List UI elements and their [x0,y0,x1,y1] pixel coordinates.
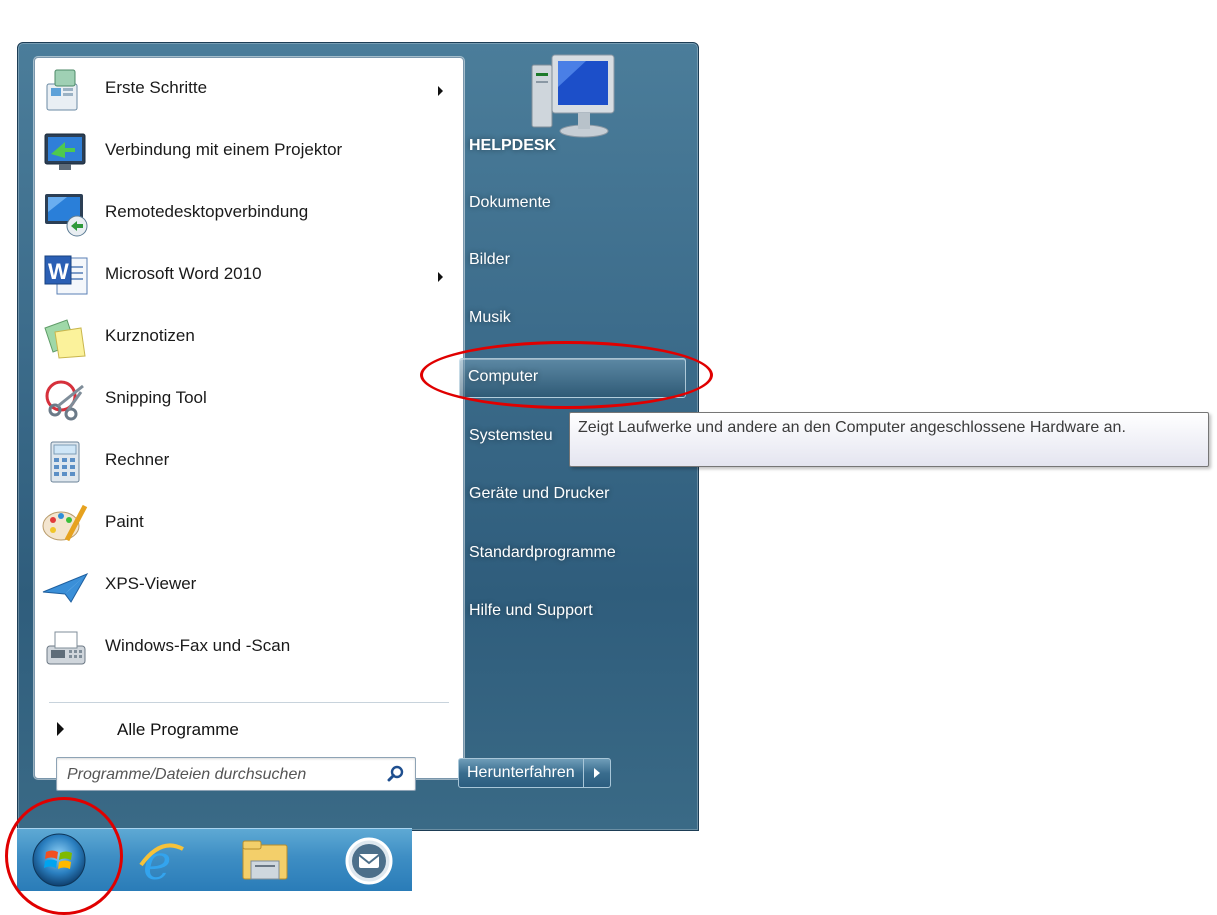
right-item-label: HELPDESK [469,137,557,154]
right-item-standardprogramme[interactable]: Standardprogramme [467,534,689,574]
search-input[interactable] [65,763,369,787]
program-item-remotedesktop[interactable]: Remotedesktopverbindung [39,184,457,244]
right-item-label: Dokumente [469,194,551,211]
right-item-label: Computer [468,368,539,385]
program-item-paint[interactable]: Paint [39,494,457,554]
program-label: Erste Schritte [105,78,208,97]
internet-explorer-icon[interactable]: e [135,835,187,887]
chevron-right-icon [593,768,600,778]
program-item-projektor[interactable]: Verbindung mit einem Projektor [39,122,457,182]
program-item-word[interactable]: W Microsoft Word 2010 [39,246,457,306]
submenu-arrow-icon[interactable] [438,86,443,96]
xps-viewer-icon [42,572,89,603]
right-item-label: Geräte und Drucker [469,485,610,502]
program-label: Microsoft Word 2010 [105,264,262,283]
program-label: Snipping Tool [105,388,207,407]
word-icon: W [44,255,88,295]
expand-arrow-icon [57,722,64,736]
right-item-helpdesk[interactable]: HELPDESK [467,127,689,167]
paint-icon [42,504,88,542]
search-icon[interactable] [387,765,405,783]
remote-desktop-icon [45,194,88,237]
snipping-tool-icon [45,380,84,421]
getting-started-icon [46,69,78,111]
taskbar: e [17,828,412,891]
svg-text:e: e [143,835,171,887]
fax-scan-icon [46,631,86,665]
program-item-fax-scan[interactable]: Windows-Fax und -Scan [39,618,457,678]
program-item-kurznotizen[interactable]: Kurznotizen [39,308,457,368]
right-item-label: Hilfe und Support [469,602,593,619]
menu-separator [49,702,449,703]
file-explorer-icon[interactable] [239,835,291,887]
program-label: XPS-Viewer [105,574,197,593]
search-box[interactable] [56,757,416,791]
right-item-computer[interactable]: Computer [459,358,686,398]
program-label: Paint [105,512,144,531]
calculator-icon [50,441,80,483]
program-item-rechner[interactable]: Rechner [39,432,457,492]
shutdown-options-button[interactable] [583,758,611,788]
mail-icon[interactable] [343,835,395,887]
program-label: Verbindung mit einem Projektor [105,140,343,159]
program-item-snipping-tool[interactable]: Snipping Tool [39,370,457,430]
program-item-xps-viewer[interactable]: XPS-Viewer [39,556,457,616]
windows-start-icon[interactable] [31,832,87,888]
all-programs-label: Alle Programme [117,720,239,739]
program-label: Rechner [105,450,170,469]
right-item-dokumente[interactable]: Dokumente [467,184,689,224]
svg-text:W: W [48,259,69,284]
right-item-bilder[interactable]: Bilder [467,241,689,281]
sticky-notes-icon [44,319,86,359]
shutdown-group: Herunterfahren [458,758,611,788]
program-label: Remotedesktopverbindung [105,202,309,221]
right-item-hilfe-support[interactable]: Hilfe und Support [467,592,689,632]
shutdown-button[interactable]: Herunterfahren [458,758,584,788]
right-item-label: Musik [469,309,511,326]
all-programs-button[interactable]: Alle Programme [35,712,455,748]
program-label: Windows-Fax und -Scan [105,636,291,655]
projector-icon [44,133,86,170]
submenu-arrow-icon[interactable] [438,272,443,282]
program-label: Kurznotizen [105,326,195,345]
right-item-label: Bilder [469,251,510,268]
programs-pane: Erste Schritte Verbindung mit einem Proj… [34,57,464,779]
right-item-label: Standardprogramme [469,544,616,561]
right-item-geraete-drucker[interactable]: Geräte und Drucker [467,475,689,515]
right-item-musik[interactable]: Musik [467,299,689,339]
right-item-label: Systemsteu [469,427,553,444]
computer-tooltip: Zeigt Laufwerke und andere an den Comput… [569,412,1209,467]
program-item-erste-schritte[interactable]: Erste Schritte [39,60,457,120]
